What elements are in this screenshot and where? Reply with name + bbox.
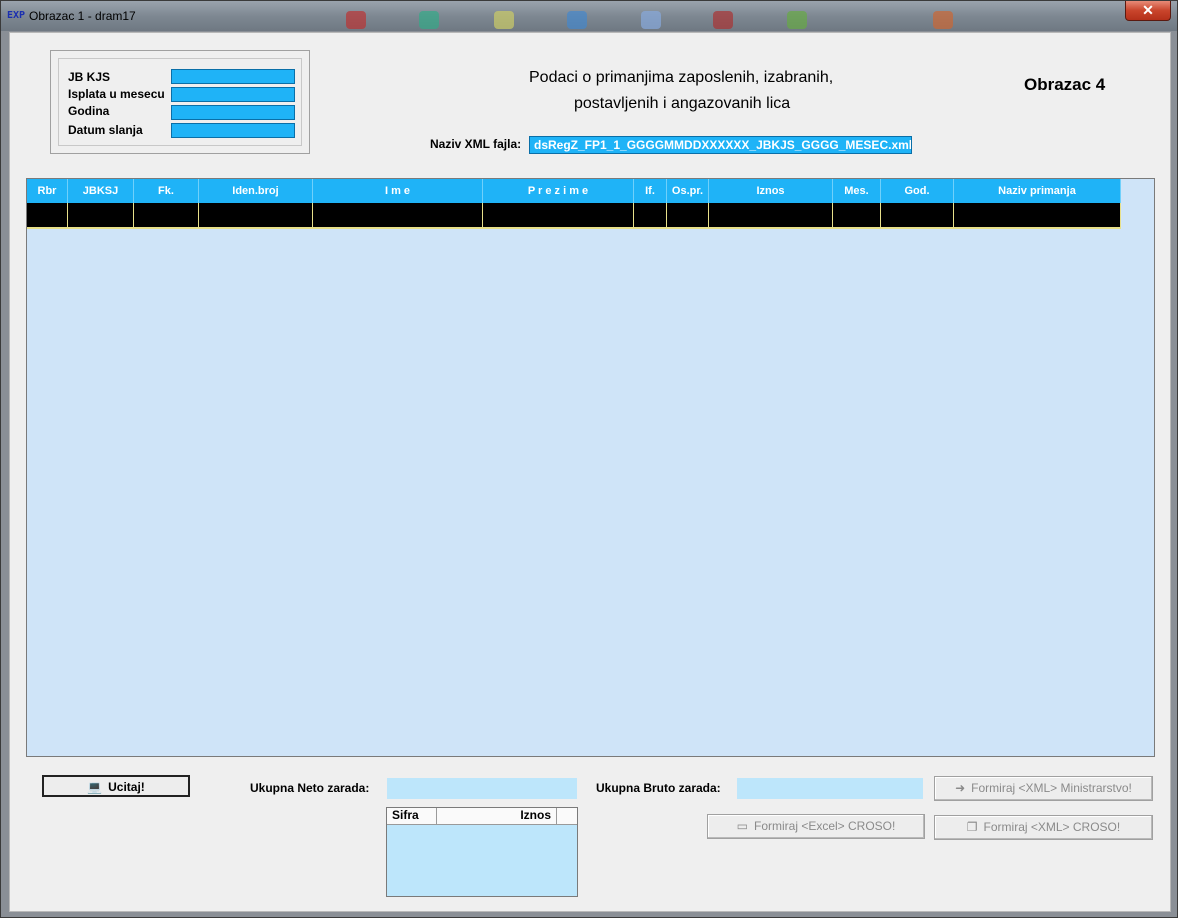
col-header-ime[interactable]: I m e xyxy=(313,179,483,203)
bruto-zarada-label: Ukupna Bruto zarada: xyxy=(596,781,721,795)
document-copy-icon: ❐ xyxy=(966,820,978,834)
app-window: EXP Obrazac 1 - dram17 ✕ JB KJS Isplata … xyxy=(0,0,1178,918)
col-header-os-pr[interactable]: Os.pr. xyxy=(667,179,709,203)
form-client-area: JB KJS Isplata u mesecu Godina Datum sla… xyxy=(9,32,1171,912)
ucitaj-label: Ucitaj! xyxy=(108,780,145,794)
neto-zarada-label: Ukupna Neto zarada: xyxy=(250,781,370,795)
datum-slanja-field[interactable] xyxy=(171,123,295,138)
col-header-sifra[interactable]: Sifra xyxy=(387,808,437,824)
godina-label: Godina xyxy=(68,104,110,118)
bruto-zarada-field[interactable] xyxy=(737,778,923,799)
formiraj-xml-ministarstvo-label: Formiraj <XML> Ministrarstvo! xyxy=(971,781,1132,795)
background-blob xyxy=(494,11,514,29)
background-blob xyxy=(346,11,366,29)
formiraj-xml-croso-label: Formiraj <XML> CROSO! xyxy=(983,820,1121,834)
heading-line-2: postavljenih i angazovanih lica xyxy=(574,95,791,112)
header-info-inner: JB KJS Isplata u mesecu Godina Datum sla… xyxy=(58,58,302,146)
close-button[interactable]: ✕ xyxy=(1125,1,1171,21)
background-blob xyxy=(713,11,733,29)
background-blob xyxy=(933,11,953,29)
table-row[interactable] xyxy=(27,203,1121,229)
col-header-iznos[interactable]: Iznos xyxy=(709,179,833,203)
xml-filename-field[interactable]: dsRegZ_FP1_1_GGGGMMDDXXXXXX_JBKJS_GGGG_M… xyxy=(529,136,912,154)
sifra-iznos-header: Sifra Iznos xyxy=(387,808,577,825)
table-cell[interactable] xyxy=(634,203,667,229)
col-header-iznos-mini[interactable]: Iznos xyxy=(437,808,557,824)
table-cell[interactable] xyxy=(199,203,313,229)
export-arrow-icon: ➜ xyxy=(955,781,966,795)
formiraj-xml-croso-button[interactable]: ❐ Formiraj <XML> CROSO! xyxy=(934,815,1153,840)
background-blob xyxy=(567,11,587,29)
xml-filename-label: Naziv XML fajla: xyxy=(430,137,522,151)
formiraj-xml-ministarstvo-button[interactable]: ➜ Formiraj <XML> Ministrarstvo! xyxy=(934,776,1153,801)
table-cell[interactable] xyxy=(313,203,483,229)
mini-header-spacer xyxy=(557,808,577,824)
formiraj-excel-croso-label: Formiraj <Excel> CROSO! xyxy=(753,819,896,833)
data-grid[interactable]: Rbr JBKSJ Fk. Iden.broj I m e P r e z i … xyxy=(26,178,1155,757)
form-title: Obrazac 4 xyxy=(1024,75,1106,94)
isplata-field[interactable] xyxy=(171,87,295,102)
col-header-fk[interactable]: Fk. xyxy=(134,179,199,203)
col-header-rbr[interactable]: Rbr xyxy=(27,179,68,203)
table-cell[interactable] xyxy=(881,203,954,229)
heading-line-1: Podaci o primanjima zaposlenih, izabrani… xyxy=(529,69,834,86)
godina-field[interactable] xyxy=(171,105,295,120)
background-blob xyxy=(787,11,807,29)
table-cell[interactable] xyxy=(483,203,634,229)
col-header-prezime[interactable]: P r e z i m e xyxy=(483,179,634,203)
jb-kjs-field[interactable] xyxy=(171,69,295,84)
excel-export-icon: ▭ xyxy=(736,819,748,833)
background-blob xyxy=(641,11,661,29)
background-blob xyxy=(419,11,439,29)
grid-header: Rbr JBKSJ Fk. Iden.broj I m e P r e z i … xyxy=(27,179,1121,203)
computer-icon: 💻 xyxy=(87,780,103,794)
table-cell[interactable] xyxy=(27,203,68,229)
col-header-if[interactable]: If. xyxy=(634,179,667,203)
ucitaj-button[interactable]: 💻 Ucitaj! xyxy=(42,775,190,797)
col-header-mes[interactable]: Mes. xyxy=(833,179,881,203)
jb-kjs-label: JB KJS xyxy=(68,70,111,84)
sifra-iznos-table[interactable]: Sifra Iznos xyxy=(386,807,578,897)
col-header-naziv-primanja[interactable]: Naziv primanja xyxy=(954,179,1121,203)
table-cell[interactable] xyxy=(833,203,881,229)
col-header-iden-broj[interactable]: Iden.broj xyxy=(199,179,313,203)
table-cell[interactable] xyxy=(709,203,833,229)
app-icon: EXP xyxy=(7,10,26,21)
col-header-god[interactable]: God. xyxy=(881,179,954,203)
table-cell[interactable] xyxy=(68,203,134,229)
table-cell[interactable] xyxy=(134,203,199,229)
window-title: Obrazac 1 - dram17 xyxy=(29,9,136,23)
col-header-jbksj[interactable]: JBKSJ xyxy=(68,179,134,203)
header-info-box: JB KJS Isplata u mesecu Godina Datum sla… xyxy=(50,50,310,154)
table-cell[interactable] xyxy=(667,203,709,229)
formiraj-excel-croso-button[interactable]: ▭ Formiraj <Excel> CROSO! xyxy=(707,814,925,839)
table-cell[interactable] xyxy=(954,203,1121,229)
datum-slanja-label: Datum slanja xyxy=(68,123,143,137)
neto-zarada-field[interactable] xyxy=(387,778,577,799)
title-bar[interactable]: EXP Obrazac 1 - dram17 ✕ xyxy=(1,1,1177,31)
isplata-label: Isplata u mesecu xyxy=(68,87,165,101)
